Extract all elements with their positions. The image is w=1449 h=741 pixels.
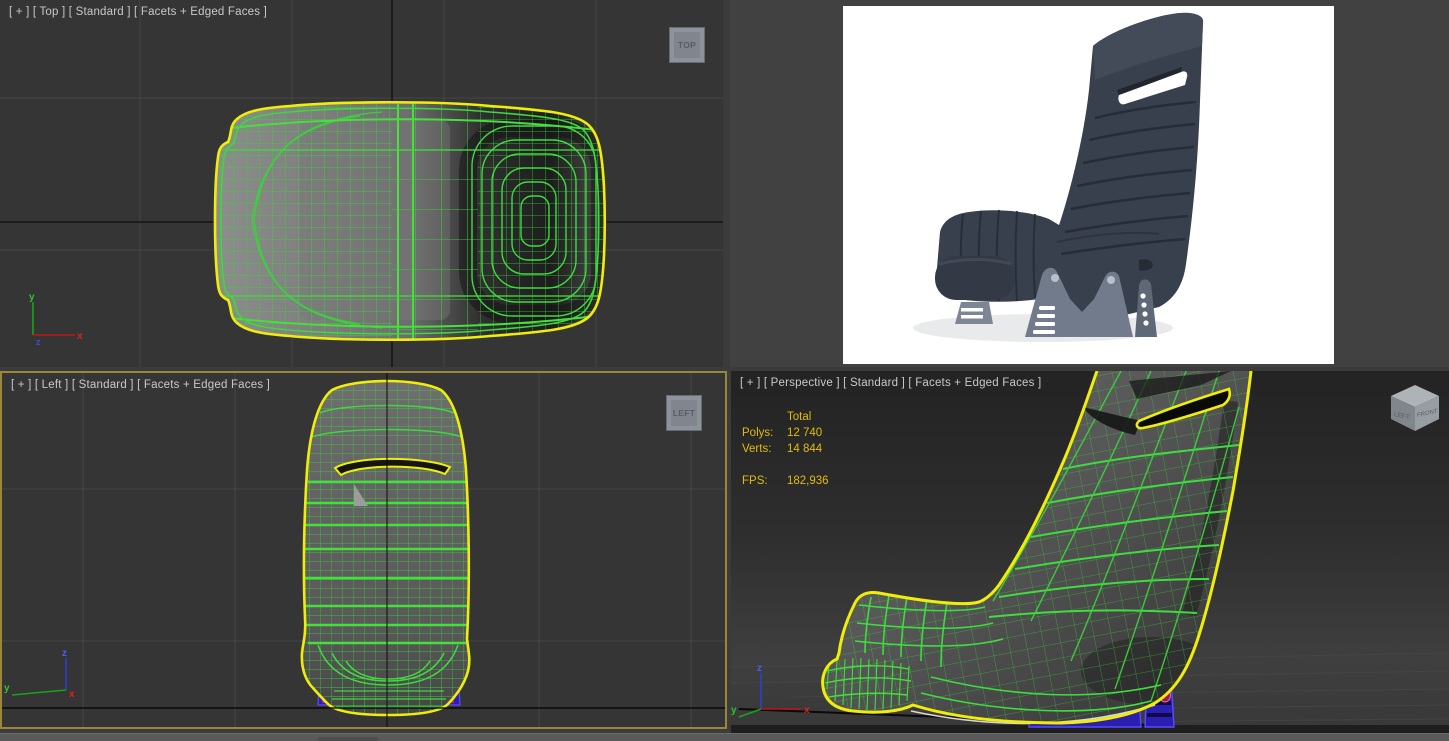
- axis-gizmo-top: y x z: [29, 292, 83, 347]
- bottom-bar-notch: [318, 737, 378, 741]
- bottom-bar: [0, 733, 1449, 741]
- stats-fps-value: 182,936: [787, 475, 829, 487]
- axis-gizmo-left: z y x: [4, 648, 75, 700]
- viewport-left[interactable]: [ + ] [ Left ] [ Standard ] [ Facets + E…: [0, 371, 727, 729]
- viewcube-left-face[interactable]: LEFT: [671, 400, 697, 426]
- seat-perspective[interactable]: [811, 371, 1271, 733]
- render-scene: [843, 6, 1334, 364]
- perspective-scene: z x y LEFT FRONT: [731, 371, 1449, 733]
- viewcube-perspective[interactable]: LEFT FRONT: [1391, 385, 1439, 431]
- viewport-rendered-frame[interactable]: [730, 0, 1449, 367]
- stats-total-header: Total: [787, 411, 812, 423]
- svg-text:z: z: [757, 663, 762, 674]
- max-viewport-area: [ + ] [ Top ] [ Standard ] [ Facets + Ed…: [0, 0, 1449, 741]
- seat-top-view[interactable]: [210, 100, 608, 345]
- top-view-scene: y x z: [0, 0, 723, 367]
- svg-text:y: y: [4, 683, 10, 694]
- svg-text:x: x: [69, 689, 75, 700]
- stats-verts-label: Verts:: [742, 443, 772, 455]
- stats-polys-value: 12 740: [787, 427, 823, 439]
- viewcube-top[interactable]: TOP: [669, 27, 705, 63]
- svg-text:x: x: [804, 705, 810, 716]
- viewport-left-label[interactable]: [ + ] [ Left ] [ Standard ] [ Facets + E…: [11, 379, 270, 391]
- viewport-perspective-label[interactable]: [ + ] [ Perspective ] [ Standard ] [ Fac…: [740, 377, 1041, 389]
- viewport-top-label[interactable]: [ + ] [ Top ] [ Standard ] [ Facets + Ed…: [9, 6, 267, 18]
- left-view-scene: z y x: [2, 373, 725, 727]
- svg-text:z: z: [62, 648, 67, 659]
- stats-fps-label: FPS:: [742, 475, 768, 487]
- svg-text:y: y: [731, 705, 737, 716]
- stats-polys-label: Polys:: [742, 427, 774, 439]
- statistics-overlay: Total Polys: 12 740 Verts: 14 844 FPS: 182,…: [742, 409, 829, 489]
- svg-text:x: x: [77, 331, 83, 342]
- stats-verts-value: 14 844: [787, 443, 823, 455]
- viewport-top[interactable]: [ + ] [ Top ] [ Standard ] [ Facets + Ed…: [0, 0, 723, 367]
- viewcube-left[interactable]: LEFT: [666, 395, 702, 431]
- svg-text:y: y: [29, 292, 35, 303]
- viewcube-top-face[interactable]: TOP: [674, 32, 700, 58]
- svg-text:z: z: [36, 337, 41, 347]
- viewport-perspective[interactable]: [ + ] [ Perspective ] [ Standard ] [ Fac…: [731, 371, 1449, 733]
